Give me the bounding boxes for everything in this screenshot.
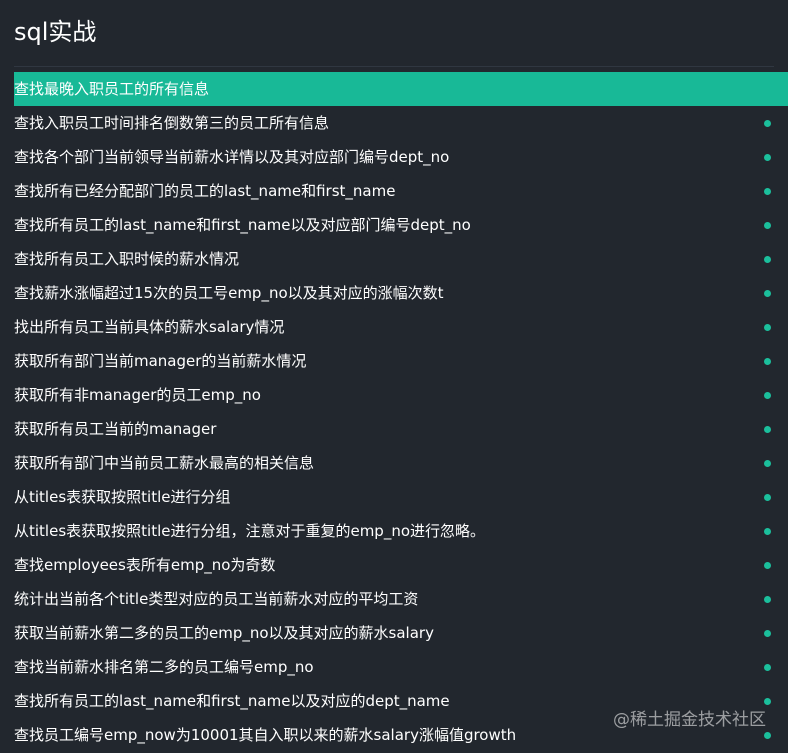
toc-item-label: 获取所有非manager的员工emp_no bbox=[14, 386, 261, 404]
bullet-dot-icon bbox=[764, 664, 771, 671]
toc-item[interactable]: 查找入职员工时间排名倒数第三的员工所有信息 bbox=[0, 106, 788, 140]
toc-item[interactable]: 查找薪水涨幅超过15次的员工号emp_no以及其对应的涨幅次数t bbox=[0, 276, 788, 310]
toc-item[interactable]: 获取所有员工当前的manager bbox=[0, 412, 788, 446]
bullet-dot-icon bbox=[764, 596, 771, 603]
toc-item[interactable]: 查找各个部门当前领导当前薪水详情以及其对应部门编号dept_no bbox=[0, 140, 788, 174]
toc-item-label: 查找所有员工的last_name和first_name以及对应部门编号dept_… bbox=[14, 216, 471, 234]
toc-item[interactable]: 查找当前薪水排名第二多的员工编号emp_no bbox=[0, 650, 788, 684]
bullet-dot-icon bbox=[764, 562, 771, 569]
toc-list: 查找最晚入职员工的所有信息查找入职员工时间排名倒数第三的员工所有信息查找各个部门… bbox=[0, 72, 788, 752]
toc-item-label: 从titles表获取按照title进行分组，注意对于重复的emp_no进行忽略。 bbox=[14, 522, 486, 540]
toc-item[interactable]: 查找所有员工入职时候的薪水情况 bbox=[0, 242, 788, 276]
toc-item[interactable]: 找出所有员工当前具体的薪水salary情况 bbox=[0, 310, 788, 344]
toc-item-label: 获取所有部门中当前员工薪水最高的相关信息 bbox=[14, 454, 315, 472]
toc-item-label: 查找employees表所有emp_no为奇数 bbox=[14, 556, 276, 574]
bullet-dot-icon bbox=[764, 120, 771, 127]
bullet-dot-icon bbox=[764, 154, 771, 161]
bullet-dot-icon bbox=[764, 188, 771, 195]
toc-item[interactable]: 统计出当前各个title类型对应的员工当前薪水对应的平均工资 bbox=[0, 582, 788, 616]
toc-item[interactable]: 获取所有部门当前manager的当前薪水情况 bbox=[0, 344, 788, 378]
bullet-dot-icon bbox=[764, 256, 771, 263]
toc-item-label: 查找所有已经分配部门的员工的last_name和first_name bbox=[14, 182, 396, 200]
toc-item-label: 查找所有员工的last_name和first_name以及对应的dept_nam… bbox=[14, 692, 450, 710]
bullet-dot-icon bbox=[764, 698, 771, 705]
toc-item-label: 统计出当前各个title类型对应的员工当前薪水对应的平均工资 bbox=[14, 590, 419, 608]
toc-item-label: 查找最晚入职员工的所有信息 bbox=[14, 80, 210, 98]
toc-item[interactable]: 查找最晚入职员工的所有信息 bbox=[0, 72, 788, 106]
toc-item-label: 获取所有部门当前manager的当前薪水情况 bbox=[14, 352, 307, 370]
toc-item-label: 查找员工编号emp_now为10001其自入职以来的薪水salary涨幅值gro… bbox=[14, 726, 517, 744]
toc-item[interactable]: 查找所有员工的last_name和first_name以及对应部门编号dept_… bbox=[0, 208, 788, 242]
bullet-dot-icon bbox=[764, 426, 771, 433]
toc-item[interactable]: 从titles表获取按照title进行分组 bbox=[0, 480, 788, 514]
toc-item[interactable]: 查找所有已经分配部门的员工的last_name和first_name bbox=[0, 174, 788, 208]
bullet-dot-icon bbox=[764, 358, 771, 365]
toc-item[interactable]: 查找employees表所有emp_no为奇数 bbox=[0, 548, 788, 582]
page-title: sql实战 bbox=[14, 18, 97, 46]
toc-item-label: 查找入职员工时间排名倒数第三的员工所有信息 bbox=[14, 114, 330, 132]
bullet-dot-icon bbox=[764, 460, 771, 467]
toc-item-label: 从titles表获取按照title进行分组 bbox=[14, 488, 231, 506]
bullet-dot-icon bbox=[764, 732, 771, 739]
toc-item[interactable]: 获取当前薪水第二多的员工的emp_no以及其对应的薪水salary bbox=[0, 616, 788, 650]
toc-item-label: 获取当前薪水第二多的员工的emp_no以及其对应的薪水salary bbox=[14, 624, 434, 642]
toc-item-label: 获取所有员工当前的manager bbox=[14, 420, 217, 438]
toc-item-label: 查找薪水涨幅超过15次的员工号emp_no以及其对应的涨幅次数t bbox=[14, 284, 444, 302]
bullet-dot-icon bbox=[764, 630, 771, 637]
bullet-dot-icon bbox=[764, 494, 771, 501]
bullet-dot-icon bbox=[764, 324, 771, 331]
toc-item-label: 查找各个部门当前领导当前薪水详情以及其对应部门编号dept_no bbox=[14, 148, 450, 166]
bullet-dot-icon bbox=[764, 290, 771, 297]
toc-item-label: 找出所有员工当前具体的薪水salary情况 bbox=[14, 318, 285, 336]
bullet-dot-icon bbox=[764, 392, 771, 399]
bullet-dot-icon bbox=[764, 222, 771, 229]
toc-item-label: 查找所有员工入职时候的薪水情况 bbox=[14, 250, 240, 268]
watermark: @稀土掘金技术社区 bbox=[613, 710, 766, 730]
bullet-dot-icon bbox=[764, 528, 771, 535]
header-divider bbox=[14, 66, 774, 67]
toc-item[interactable]: 从titles表获取按照title进行分组，注意对于重复的emp_no进行忽略。 bbox=[0, 514, 788, 548]
toc-item[interactable]: 获取所有部门中当前员工薪水最高的相关信息 bbox=[0, 446, 788, 480]
toc-item[interactable]: 获取所有非manager的员工emp_no bbox=[0, 378, 788, 412]
toc-item-label: 查找当前薪水排名第二多的员工编号emp_no bbox=[14, 658, 314, 676]
